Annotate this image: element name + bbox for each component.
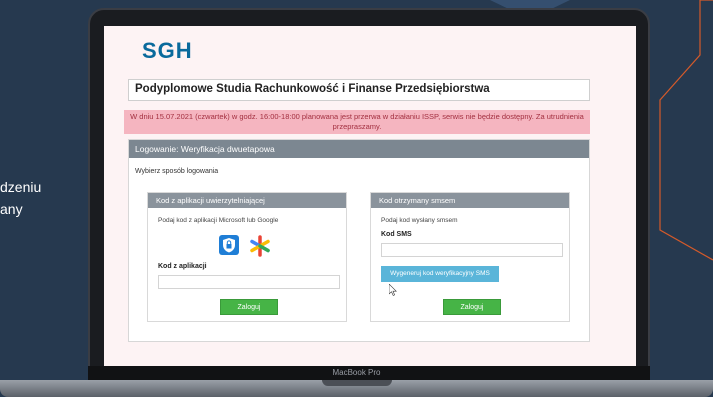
app-code-card-header: Kod z aplikacji uwierzytelniającej xyxy=(148,193,346,208)
side-caption: dzeniu any xyxy=(0,176,41,220)
sms-code-label: Kod SMS xyxy=(381,231,412,238)
page-title-box: Podyplomowe Studia Rachunkowość i Finans… xyxy=(128,79,590,101)
microsoft-authenticator-icon xyxy=(219,235,239,255)
device-label: MacBook Pro xyxy=(332,368,381,377)
sgh-logo[interactable]: SGH xyxy=(142,38,193,64)
browser-screen: SGH Podyplomowe Studia Rachunkowość i Fi… xyxy=(104,26,636,366)
page-title: Podyplomowe Studia Rachunkowość i Finans… xyxy=(135,83,490,95)
sms-code-card: Kod otrzymany smsem Podaj kod wysłany sm… xyxy=(370,192,570,322)
side-caption-line-1: dzeniu xyxy=(0,179,42,195)
laptop-notch xyxy=(322,380,392,386)
sms-code-input[interactable] xyxy=(381,243,563,257)
app-code-card: Kod z aplikacji uwierzytelniającej Podaj… xyxy=(147,192,347,322)
app-code-input[interactable] xyxy=(158,275,340,289)
sms-code-instruction: Podaj kod wysłany smsem xyxy=(381,217,458,224)
app-code-instruction: Podaj kod z aplikacji Microsoft lub Goog… xyxy=(158,217,279,224)
maintenance-alert: W dniu 15.07.2021 (czwartek) w godz. 16:… xyxy=(124,110,590,134)
login-panel: Logowanie: Weryfikacja dwuetapowa Wybier… xyxy=(128,139,590,342)
side-caption-line-2: any xyxy=(0,201,23,217)
decorative-hex-line xyxy=(659,0,713,261)
generate-sms-code-button[interactable]: Wygeneruj kod weryfikacyjny SMS xyxy=(381,266,499,282)
app-code-label: Kod z aplikacji xyxy=(158,263,207,270)
login-header: Logowanie: Weryfikacja dwuetapowa xyxy=(129,140,589,158)
mouse-cursor-icon xyxy=(389,284,397,296)
choose-method-label: Wybierz sposób logowania xyxy=(135,168,219,175)
google-authenticator-icon xyxy=(249,235,271,257)
app-login-button[interactable]: Zaloguj xyxy=(220,299,278,315)
sms-login-button[interactable]: Zaloguj xyxy=(443,299,501,315)
sms-code-card-header: Kod otrzymany smsem xyxy=(371,193,569,208)
